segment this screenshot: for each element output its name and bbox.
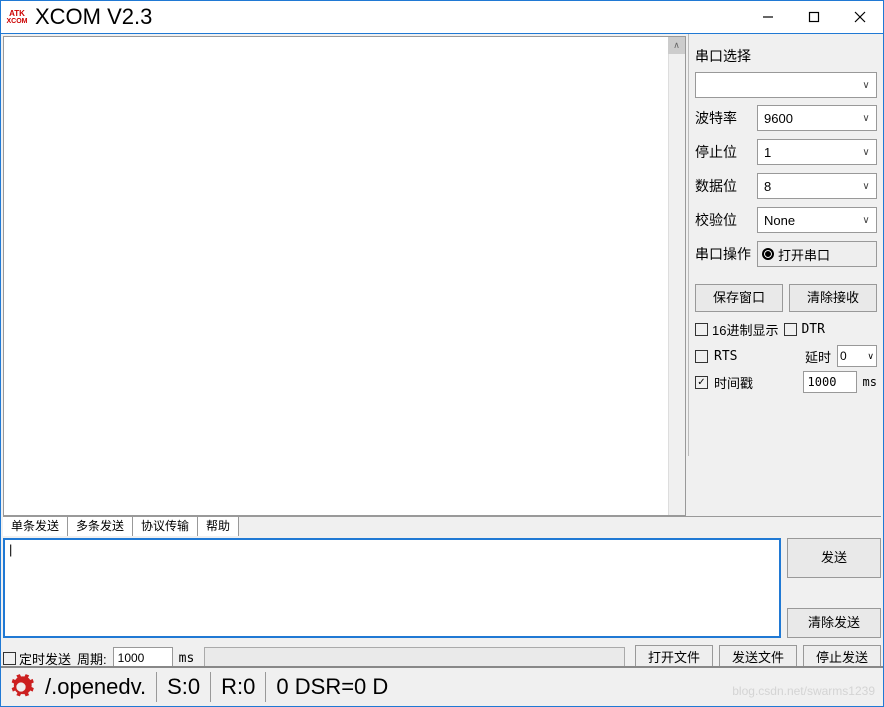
send-textarea[interactable]: | xyxy=(3,538,781,638)
timed-send-label: 定时发送 xyxy=(19,649,71,668)
gear-icon xyxy=(7,673,35,701)
status-sent: S:0 xyxy=(156,672,210,702)
watermark: blog.csdn.net/swarms1239 xyxy=(732,684,875,698)
chevron-down-icon: ∨ xyxy=(867,351,874,362)
tab-protocol-send[interactable]: 协议传输 xyxy=(133,517,198,536)
close-button[interactable] xyxy=(837,2,883,32)
timestamp-checkbox[interactable]: ✓ xyxy=(695,376,708,389)
hex-display-label: 16进制显示 xyxy=(712,320,778,339)
maximize-icon xyxy=(808,11,820,23)
parity-combo[interactable]: None ∨ xyxy=(757,207,877,233)
status-url: /.openedv. xyxy=(35,672,156,702)
baud-combo[interactable]: 9600 ∨ xyxy=(757,105,877,131)
scrollbar[interactable]: ∧ xyxy=(668,37,685,515)
databit-label: 数据位 xyxy=(695,176,757,196)
tab-help[interactable]: 帮助 xyxy=(198,517,239,536)
clear-receive-button[interactable]: 清除接收 xyxy=(789,284,877,312)
chevron-down-icon: ∨ xyxy=(858,147,874,158)
dtr-label: DTR xyxy=(801,322,824,337)
rts-checkbox[interactable] xyxy=(695,350,708,363)
parity-value: None xyxy=(764,213,795,228)
save-window-button[interactable]: 保存窗口 xyxy=(695,284,783,312)
dtr-checkbox[interactable] xyxy=(784,323,797,336)
port-select-label: 串口选择 xyxy=(695,46,877,66)
hex-display-checkbox[interactable] xyxy=(695,323,708,336)
stopbit-label: 停止位 xyxy=(695,142,757,162)
port-op-label: 串口操作 xyxy=(695,244,757,264)
tab-multi-send[interactable]: 多条发送 xyxy=(68,517,133,536)
status-dsr: 0 DSR=0 D xyxy=(265,672,398,702)
databit-combo[interactable]: 8 ∨ xyxy=(757,173,877,199)
chevron-down-icon: ∨ xyxy=(858,113,874,124)
scroll-up-icon[interactable]: ∧ xyxy=(668,37,685,54)
window-title: XCOM V2.3 xyxy=(35,4,152,30)
delay-value: 0 xyxy=(840,349,847,363)
receive-textarea[interactable]: ∧ xyxy=(3,36,686,516)
timed-send-checkbox[interactable] xyxy=(3,652,16,665)
status-recv: R:0 xyxy=(210,672,265,702)
main-column: ∧ 串口选择 ∨ 波特率 9600 ∨ 停止位 xyxy=(1,34,883,706)
rts-label: RTS xyxy=(714,349,737,364)
record-icon xyxy=(762,248,774,260)
parity-label: 校验位 xyxy=(695,210,757,230)
delay-label: 延时 xyxy=(805,347,831,366)
baud-value: 9600 xyxy=(764,111,793,126)
close-icon xyxy=(854,11,866,23)
timestamp-input[interactable] xyxy=(803,371,857,393)
status-bar: /.openedv. S:0 R:0 0 DSR=0 D blog.csdn.n… xyxy=(1,666,883,706)
delay-combo[interactable]: 0 ∨ xyxy=(837,345,877,367)
app-logo-icon: ATK XCOM xyxy=(3,3,31,31)
timestamp-unit: ms xyxy=(863,375,877,389)
chevron-down-icon: ∨ xyxy=(858,181,874,192)
stopbit-combo[interactable]: 1 ∨ xyxy=(757,139,877,165)
port-select-combo[interactable]: ∨ xyxy=(695,72,877,98)
chevron-down-icon: ∨ xyxy=(858,80,874,91)
clear-send-button[interactable]: 清除发送 xyxy=(787,608,881,638)
open-port-button[interactable]: 打开串口 xyxy=(757,241,877,267)
stopbit-value: 1 xyxy=(764,145,771,160)
tab-single-send[interactable]: 单条发送 xyxy=(3,517,68,536)
minimize-button[interactable] xyxy=(745,2,791,32)
period-label: 周期: xyxy=(77,649,107,668)
sidebar: 串口选择 ∨ 波特率 9600 ∨ 停止位 1 ∨ xyxy=(688,34,883,456)
timestamp-label: 时间戳 xyxy=(714,373,753,392)
baud-label: 波特率 xyxy=(695,108,757,128)
minimize-icon xyxy=(762,11,774,23)
open-port-label: 打开串口 xyxy=(778,245,830,264)
tab-row: 单条发送 多条发送 协议传输 帮助 xyxy=(3,516,881,536)
databit-value: 8 xyxy=(764,179,771,194)
content: ∧ 串口选择 ∨ 波特率 9600 ∨ 停止位 xyxy=(0,34,884,707)
maximize-button[interactable] xyxy=(791,2,837,32)
period-unit: ms xyxy=(179,651,195,666)
chevron-down-icon: ∨ xyxy=(858,215,874,226)
send-button[interactable]: 发送 xyxy=(787,538,881,578)
titlebar: ATK XCOM XCOM V2.3 xyxy=(0,0,884,34)
